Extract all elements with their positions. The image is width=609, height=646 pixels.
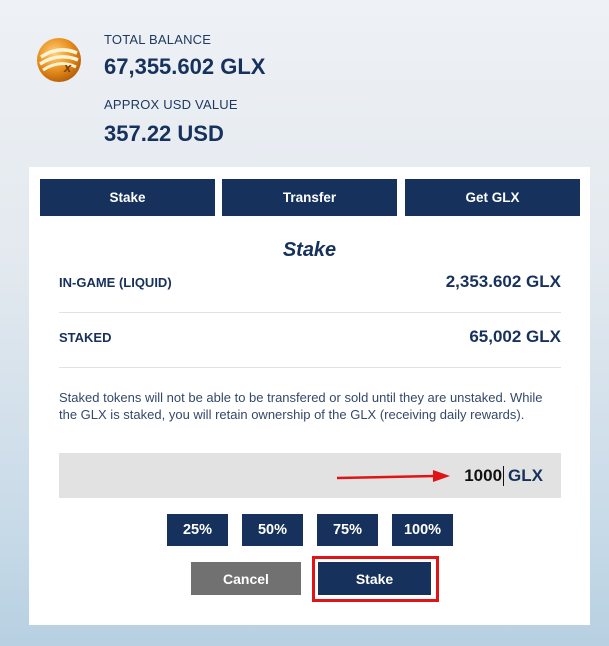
galaxy-coin-logo-icon: x <box>36 37 82 83</box>
staked-balance-value: 65,002 GLX <box>469 327 561 346</box>
annotation-arrow-icon <box>336 470 450 482</box>
percent-75-button[interactable]: 75% <box>317 514 378 546</box>
stake-amount-input[interactable]: 1000 GLX <box>59 453 561 498</box>
stake-button[interactable]: Stake <box>318 562 431 595</box>
stake-amount-unit: GLX <box>508 465 543 485</box>
tab-stake[interactable]: Stake <box>40 179 215 216</box>
tab-transfer[interactable]: Transfer <box>222 179 397 216</box>
liquid-balance-value: 2,353.602 GLX <box>445 272 561 291</box>
text-caret <box>503 465 505 486</box>
total-balance-label: TOTAL BALANCE <box>104 32 212 47</box>
tab-get-glx[interactable]: Get GLX <box>405 179 580 216</box>
usd-value-label: APPROX USD VALUE <box>104 97 238 112</box>
percent-25-button[interactable]: 25% <box>167 514 228 546</box>
liquid-balance-row: IN-GAME (LIQUID) 2,353.602 GLX <box>59 258 561 313</box>
liquid-balance-label: IN-GAME (LIQUID) <box>59 275 172 290</box>
percent-50-button[interactable]: 50% <box>242 514 303 546</box>
stake-amount-value: 1000 <box>464 465 503 485</box>
stake-info-text: Staked tokens will not be able to be tra… <box>59 390 543 422</box>
percent-buttons: 25% 50% 75% 100% <box>167 514 453 546</box>
wallet-tabs: Stake Transfer Get GLX <box>40 179 580 216</box>
wallet-panel: Stake Transfer Get GLX Stake IN-GAME (LI… <box>29 167 590 625</box>
total-balance-value: 67,355.602 GLX <box>104 54 266 79</box>
percent-100-button[interactable]: 100% <box>392 514 453 546</box>
usd-value: 357.22 USD <box>104 121 224 146</box>
staked-balance-label: STAKED <box>59 330 112 345</box>
svg-text:x: x <box>63 60 72 75</box>
staked-balance-row: STAKED 65,002 GLX <box>59 313 561 368</box>
cancel-button[interactable]: Cancel <box>191 562 301 595</box>
